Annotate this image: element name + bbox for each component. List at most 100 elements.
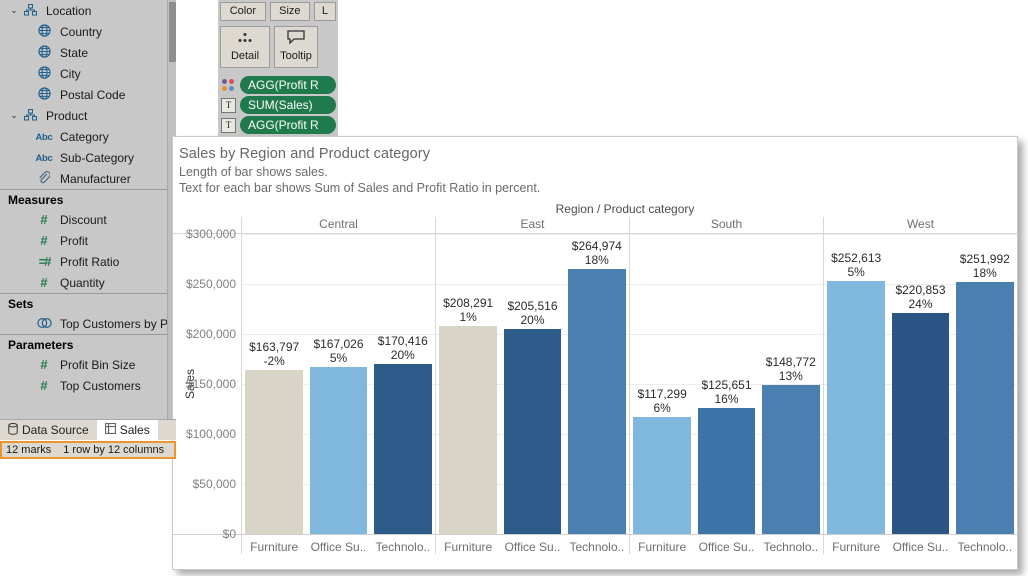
- bar-value-label: $251,992: [959, 252, 1010, 266]
- database-icon: [8, 422, 18, 438]
- paperclip-icon: [34, 171, 54, 186]
- bar[interactable]: [761, 385, 820, 534]
- bar-value-label: $220,853: [895, 283, 946, 298]
- data-pane-sidebar[interactable]: ⌄ Location Country State City Postal Code ⌄ Pro…: [0, 0, 176, 419]
- bar-group[interactable]: $170,416 20%: [373, 234, 432, 534]
- bar-group[interactable]: $167,026 5%: [309, 234, 368, 534]
- marks-tooltip-button[interactable]: Tooltip: [274, 26, 318, 68]
- sidebar-scrollbar-thumb[interactable]: [169, 2, 176, 62]
- region-panel-central: $163,797 -2% $167,026 5% $170,416 20%: [241, 234, 435, 534]
- data-pane-field-city[interactable]: City: [0, 63, 176, 84]
- bar-ratio-label: 5%: [329, 351, 348, 365]
- chart-window: Sales by Region and Product category Len…: [172, 136, 1018, 570]
- field-label: Product: [46, 108, 88, 123]
- field-label: Postal Code: [60, 87, 126, 102]
- data-pane-field-category[interactable]: Abc Category: [0, 126, 176, 147]
- bar[interactable]: [633, 416, 692, 534]
- marks-pill[interactable]: AGG(Profit R: [240, 76, 336, 94]
- data-pane-field-country[interactable]: Country: [0, 21, 176, 42]
- bar-group[interactable]: $205,516 20%: [503, 234, 562, 534]
- worksheet-tab-bar[interactable]: Data Source Sales: [0, 419, 176, 441]
- marks-size-button[interactable]: Size: [269, 2, 310, 21]
- x-tick-group-central: Furniture Office Su.. Technolo..: [241, 535, 435, 554]
- bar[interactable]: [955, 282, 1014, 534]
- marks-color-button[interactable]: Color: [220, 2, 266, 21]
- bar[interactable]: [309, 367, 368, 534]
- region-header-south: South: [629, 217, 823, 233]
- bar-label: $117,299 6%: [638, 387, 687, 417]
- tableau-workbook-window: ⌄ Location Country State City Postal Code ⌄ Pro…: [0, 0, 1028, 576]
- expand-caret-icon[interactable]: ⌄: [8, 6, 20, 15]
- x-tick-group-south: Furniture Office Su.. Technolo..: [629, 535, 823, 554]
- field-label: City: [60, 66, 81, 81]
- bar-group[interactable]: $163,797 -2%: [245, 234, 304, 534]
- bar-group[interactable]: $117,299 6%: [633, 234, 692, 534]
- data-pane-field-quantity[interactable]: # Quantity: [0, 272, 176, 293]
- number-icon: #: [40, 212, 48, 227]
- bar-value-label: $148,772: [765, 355, 816, 370]
- bar[interactable]: [439, 325, 498, 534]
- number-icon: #: [40, 233, 48, 248]
- field-label: Location: [46, 3, 92, 18]
- data-pane-field-profit-bin-size[interactable]: # Profit Bin Size: [0, 354, 176, 375]
- bar-group[interactable]: $251,992 18%: [955, 234, 1014, 534]
- field-label: Profit Bin Size: [60, 357, 136, 372]
- bar[interactable]: [697, 408, 756, 534]
- x-axis-tick: Furniture: [832, 540, 881, 554]
- bar-group[interactable]: $220,853 24%: [891, 234, 950, 534]
- marks-pill-row[interactable]: T AGG(Profit R: [218, 114, 338, 134]
- data-pane-field-product[interactable]: ⌄ Product: [0, 105, 176, 126]
- tab-label: Sales: [119, 423, 150, 437]
- data-pane-field-state[interactable]: State: [0, 42, 176, 63]
- y-axis-tick: $0: [222, 527, 236, 541]
- marks-card[interactable]: Color Size L Detail Tooltip AGG(Profit R…: [218, 0, 338, 136]
- bar-label: $252,613 5%: [831, 251, 881, 281]
- x-tick-group-west: Furniture Office Su.. Technolo..: [823, 535, 1017, 554]
- marks-pill[interactable]: SUM(Sales): [240, 96, 336, 114]
- bar-ratio-label: 18%: [584, 253, 609, 267]
- bar-group[interactable]: $148,772 13%: [761, 234, 820, 534]
- data-pane-field-profit[interactable]: # Profit: [0, 230, 176, 251]
- field-label: Profit: [60, 233, 89, 248]
- expand-caret-icon[interactable]: ⌄: [8, 111, 20, 120]
- data-pane-field-location[interactable]: ⌄ Location: [0, 0, 176, 21]
- bar-label: $208,291 1%: [443, 296, 493, 326]
- bar[interactable]: [891, 313, 950, 534]
- data-pane-field-discount[interactable]: # Discount: [0, 209, 176, 230]
- set-icon: [34, 317, 54, 331]
- bar-group[interactable]: $252,613 5%: [827, 234, 886, 534]
- data-pane-field-sub-category[interactable]: Abc Sub-Category: [0, 147, 176, 168]
- marks-detail-label: Detail: [230, 50, 260, 62]
- data-pane-field-postal-code[interactable]: Postal Code: [0, 84, 176, 105]
- x-axis-tick: Technolo..: [763, 540, 819, 554]
- data-pane-field-top-customers-by-prof[interactable]: Top Customers by Prof: [0, 313, 176, 334]
- bar-label: $264,974 18%: [572, 239, 622, 269]
- data-pane-field-top-customers[interactable]: # Top Customers: [0, 375, 176, 396]
- field-label: Country: [60, 24, 103, 39]
- bar[interactable]: [245, 370, 304, 534]
- bar[interactable]: [567, 269, 626, 534]
- marks-pill-row[interactable]: T SUM(Sales): [218, 94, 338, 114]
- marks-label-button[interactable]: L: [313, 2, 336, 21]
- bar-group[interactable]: $208,291 1%: [439, 234, 498, 534]
- bar[interactable]: [503, 328, 562, 534]
- y-axis-tick: $150,000: [185, 377, 236, 391]
- tab-data-source[interactable]: Data Source: [0, 420, 97, 441]
- bar[interactable]: [827, 281, 886, 534]
- data-pane-field-manufacturer[interactable]: Manufacturer: [0, 168, 176, 189]
- field-label: Discount: [60, 212, 107, 227]
- number-icon: #: [40, 378, 48, 393]
- data-pane-field-profit-ratio[interactable]: =# Profit Ratio: [0, 251, 176, 272]
- status-marks-count: 12 marks: [6, 444, 52, 456]
- y-axis-tick: $300,000: [185, 227, 236, 241]
- marks-pill[interactable]: AGG(Profit R: [240, 116, 336, 134]
- tooltip-icon: [275, 30, 317, 50]
- bar[interactable]: [373, 363, 432, 534]
- bar-group[interactable]: $264,974 18%: [567, 234, 626, 534]
- tab-sales[interactable]: Sales: [96, 419, 158, 441]
- status-bar: 12 marks 1 row by 12 columns: [0, 441, 176, 459]
- marks-detail-button[interactable]: Detail: [220, 26, 270, 68]
- bar-group[interactable]: $125,651 16%: [697, 234, 756, 534]
- bar-label: $170,416 20%: [378, 334, 428, 364]
- marks-pill-row[interactable]: AGG(Profit R: [218, 74, 338, 94]
